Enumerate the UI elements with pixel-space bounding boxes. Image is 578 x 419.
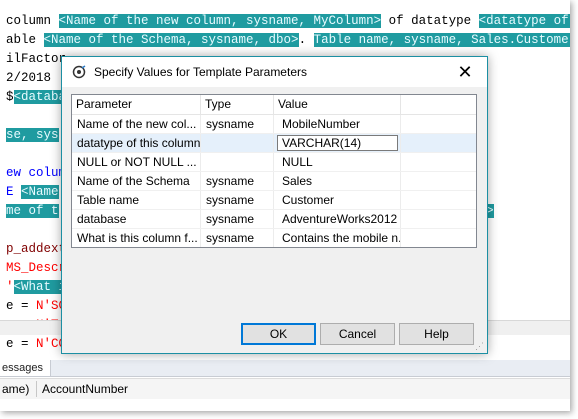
cell-divider [400, 115, 401, 133]
code-line[interactable]: ilFactor [6, 50, 66, 69]
parameter-type-cell [201, 134, 273, 152]
code-line[interactable]: se, sys [6, 126, 59, 145]
screenshot-frame: column <Name of the new column, sysname,… [0, 0, 570, 411]
close-icon: ✕ [457, 62, 473, 82]
parameter-value-cell[interactable]: NULL [274, 153, 400, 171]
parameter-value-cell[interactable]: Sales [274, 172, 400, 190]
code-line[interactable]: column <Name of the new column, sysname,… [6, 12, 570, 31]
code-token: E [6, 185, 22, 199]
template-placeholder: <What i [13, 280, 67, 294]
column-header-parameter[interactable]: Parameter [72, 95, 200, 114]
parameter-name-cell: Name of the new col... [77, 117, 197, 131]
results-column-accountnumber[interactable]: AccountNumber [42, 379, 128, 399]
code-token: ew colum [6, 166, 67, 180]
results-tab-strip: essages [0, 360, 570, 377]
code-line[interactable]: MS_Descr [6, 259, 66, 278]
code-token: MS_Descr [6, 261, 67, 275]
template-placeholder: Table name, sysname, Sales.Customer> [313, 33, 570, 47]
parameter-value-cell[interactable]: VARCHAR(14) [274, 134, 400, 152]
resize-grip-icon[interactable]: ⋰ [475, 341, 485, 351]
cell-divider [400, 191, 401, 209]
ok-button[interactable]: OK [241, 323, 316, 345]
template-placeholder: me of t [6, 204, 59, 218]
parameter-value-cell[interactable]: Contains the mobile n... [274, 229, 400, 247]
template-placeholder: <Name [21, 185, 59, 199]
cell-divider [400, 172, 401, 190]
grid-header: Parameter Type Value [72, 95, 476, 115]
parameter-name-cell: NULL or NOT NULL ... [77, 155, 197, 169]
parameter-row[interactable]: What is this column f... sysname Contains … [72, 229, 476, 247]
column-header-value[interactable]: Value [274, 95, 400, 114]
help-button[interactable]: Help [399, 323, 474, 345]
results-column-divider [36, 381, 37, 397]
parameter-name-cell: datatype of this column [77, 136, 200, 150]
parameter-value-cell[interactable]: Customer [274, 191, 400, 209]
dialog-title: Specify Values for Template Parameters [94, 65, 307, 79]
template-parameters-dialog: Specify Values for Template Parameters ✕… [61, 56, 488, 354]
parameter-row[interactable]: Name of the new col... sysname MobileNumbe… [72, 115, 476, 134]
results-column-name[interactable]: ame) [2, 379, 29, 399]
parameter-name-cell: Table name [77, 193, 140, 207]
code-token: ilFacto [6, 52, 59, 66]
parameter-name-cell: What is this column f... [77, 231, 198, 245]
code-line[interactable]: e = N'SC [6, 297, 66, 316]
parameter-type-cell [201, 153, 273, 171]
parameter-type-cell: sysname [206, 117, 255, 131]
parameter-name-cell: database [77, 212, 127, 226]
code-line[interactable]: 2/2018 [6, 69, 51, 88]
parameter-row[interactable]: Table name sysname Customer [72, 191, 476, 210]
cancel-button[interactable]: Cancel [320, 323, 395, 345]
code-token: ' [6, 280, 14, 294]
template-placeholder: <Name of the new column, sysname, MyColu… [58, 14, 382, 28]
parameter-type-cell: sysname [206, 212, 255, 226]
cell-divider [400, 210, 401, 228]
dialog-titlebar[interactable]: Specify Values for Template Parameters ✕ [62, 57, 487, 87]
parameter-row[interactable]: Name of the Schema sysname Sales [72, 172, 476, 191]
parameter-value-cell[interactable]: MobileNumber [274, 115, 400, 133]
parameter-row[interactable]: database sysname AdventureWorks2012 [72, 210, 476, 229]
close-button[interactable]: ✕ [443, 57, 487, 87]
code-token: $ [6, 90, 14, 104]
tab-messages[interactable]: essages [0, 360, 51, 376]
parameter-row[interactable]: NULL or NOT NULL ... NULL [72, 153, 476, 172]
parameter-type-cell: sysname [206, 231, 255, 245]
column-header-type[interactable]: Type [201, 95, 273, 114]
code-token: able [6, 33, 44, 47]
cell-divider [400, 229, 401, 247]
parameter-value-cell[interactable]: AdventureWorks2012 [274, 210, 400, 228]
code-line[interactable]: $<databa [6, 88, 67, 107]
code-line[interactable]: p_addext [6, 240, 66, 259]
results-header-row: ame) AccountNumber [0, 378, 570, 399]
template-placeholder: <datatype of thi [478, 14, 570, 28]
parameters-grid[interactable]: Parameter Type Value Name of the new col… [71, 94, 477, 248]
template-placeholder: <databa [13, 90, 67, 104]
template-placeholder: se, sys [6, 128, 59, 142]
code-line[interactable]: able <Name of the Schema, sysname, dbo>.… [6, 31, 570, 50]
code-token: p_addext [6, 242, 67, 256]
cell-divider [400, 153, 401, 171]
code-line[interactable]: '<What i [6, 278, 67, 297]
code-line[interactable]: ew colum [6, 164, 66, 183]
code-token: e = [6, 299, 37, 313]
code-token: 2/2018 [6, 71, 52, 85]
column-divider[interactable] [400, 95, 401, 114]
template-icon [72, 65, 86, 79]
parameter-type-cell: sysname [206, 193, 255, 207]
code-token: of datatype [381, 14, 479, 28]
code-token: column [6, 14, 59, 28]
parameter-row[interactable]: datatype of this column VARCHAR(14) [72, 134, 476, 153]
parameter-name-cell: Name of the Schema [77, 174, 190, 188]
code-token: e = [6, 337, 37, 351]
template-placeholder: <Name of the Schema, sysname, dbo> [43, 33, 299, 47]
cell-divider [400, 134, 401, 152]
code-token: . [298, 33, 314, 47]
parameter-type-cell: sysname [206, 174, 255, 188]
